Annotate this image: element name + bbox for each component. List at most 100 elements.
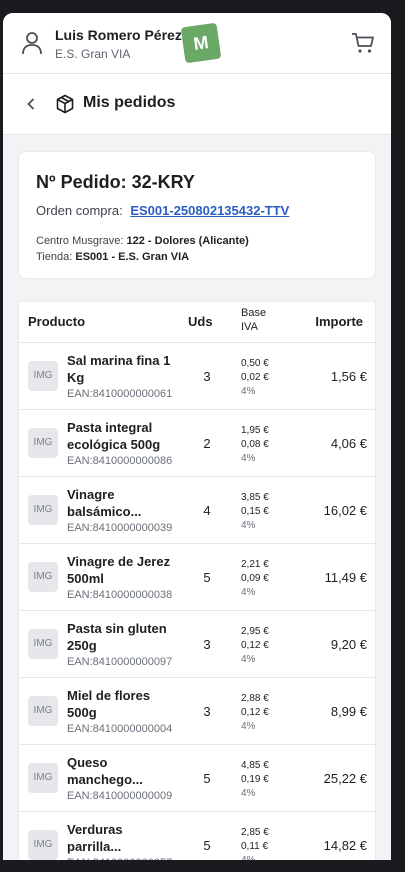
product-units: 5 xyxy=(203,838,211,853)
store-label: Tienda: xyxy=(36,251,73,263)
product-base: 1,95 € xyxy=(241,425,269,436)
store-value: ES001 - E.S. Gran VIA xyxy=(75,251,190,263)
product-base-iva: 0,50 € 0,02 € 4% xyxy=(241,357,269,399)
product-vat-rate: 4% xyxy=(241,453,256,464)
product-vat-rate: 4% xyxy=(241,788,256,799)
product-vat-rate: 4% xyxy=(241,386,256,397)
product-thumbnail: IMG xyxy=(28,629,58,659)
product-thumbnail: IMG xyxy=(28,495,58,525)
chevron-left-icon[interactable] xyxy=(23,96,39,112)
col-units: Uds xyxy=(188,314,213,329)
product-base-iva: 4,85 € 0,19 € 4% xyxy=(241,759,269,801)
product-thumbnail: IMG xyxy=(28,562,58,592)
product-base-iva: 2,85 € 0,11 € 4% xyxy=(241,826,269,860)
product-base: 2,95 € xyxy=(241,626,269,637)
product-ean: EAN:8410000000097 xyxy=(67,656,173,668)
product-units: 5 xyxy=(203,570,211,585)
table-row[interactable]: IMG Vinagre balsámico... EAN:8410000000039… xyxy=(19,477,375,544)
product-iva: 0,02 € xyxy=(241,372,269,383)
product-units: 3 xyxy=(203,369,211,384)
product-ean: EAN:8410000000038 xyxy=(67,589,173,601)
product-vat-rate: 4% xyxy=(241,721,256,732)
order-number: Nº Pedido: 32-KRY xyxy=(36,172,195,192)
order-lines-table: Producto Uds Base IVA Importe IMG Sal mari… xyxy=(18,301,376,860)
product-units: 4 xyxy=(203,503,211,518)
product-amount: 11,49 € xyxy=(324,570,367,585)
brand-logo: M xyxy=(180,22,222,64)
product-ean: EAN:8410000000009 xyxy=(67,790,173,802)
product-ean: EAN:8410000000039 xyxy=(67,522,173,534)
product-ean: EAN:8410000000004 xyxy=(67,723,173,735)
product-name: Verduras parrilla... xyxy=(67,822,123,854)
app-header: Luis Romero Pérez E.S. Gran VIA M xyxy=(3,13,391,74)
product-name: Queso manchego... xyxy=(67,755,143,787)
product-name: Pasta sin gluten 250g xyxy=(67,621,167,653)
product-ean: EAN:8410000000061 xyxy=(67,388,173,400)
col-base-iva: Base IVA xyxy=(241,307,267,333)
product-thumbnail: IMG xyxy=(28,361,58,391)
product-amount: 16,02 € xyxy=(323,503,367,518)
table-header: Producto Uds Base IVA Importe xyxy=(19,302,375,343)
product-vat-rate: 4% xyxy=(241,520,256,531)
user-name: Luis Romero Pérez xyxy=(55,27,182,43)
app-screen: Luis Romero Pérez E.S. Gran VIA M Mis pe… xyxy=(3,13,391,860)
product-amount: 8,99 € xyxy=(330,704,367,719)
product-base-iva: 2,88 € 0,12 € 4% xyxy=(241,692,269,734)
product-base: 2,88 € xyxy=(241,693,269,704)
col-product: Producto xyxy=(28,314,86,329)
product-vat-rate: 4% xyxy=(241,855,255,860)
product-amount: 14,82 € xyxy=(323,838,367,853)
product-ean: EAN:8410000000057 xyxy=(67,857,172,860)
store-row: Tienda: ES001 - E.S. Gran VIA xyxy=(36,251,189,263)
product-amount: 9,20 € xyxy=(330,637,367,652)
product-vat-rate: 4% xyxy=(241,654,256,665)
product-iva: 0,11 € xyxy=(241,841,269,852)
center-label: Centro Musgrave: xyxy=(36,235,124,247)
product-units: 5 xyxy=(203,771,211,786)
table-row[interactable]: IMG Queso manchego... EAN:8410000000009 5 4,… xyxy=(19,745,375,812)
user-icon[interactable] xyxy=(21,31,43,55)
table-row[interactable]: IMG Pasta sin gluten 250g EAN:841000000009… xyxy=(19,611,375,678)
table-row[interactable]: IMG Miel de flores 500g EAN:8410000000004 3… xyxy=(19,678,375,745)
product-base-iva: 2,21 € 0,09 € 4% xyxy=(241,558,269,600)
table-row[interactable]: IMG Vinagre de Jerez 500ml EAN:84100000000… xyxy=(19,544,375,611)
product-base: 2,85 € xyxy=(241,827,269,838)
product-iva: 0,15 € xyxy=(241,506,269,517)
product-base: 2,21 € xyxy=(241,559,269,570)
product-base-iva: 1,95 € 0,08 € 4% xyxy=(241,424,269,466)
center-row: Centro Musgrave: 122 - Dolores (Alicante… xyxy=(36,235,249,247)
product-iva: 0,12 € xyxy=(241,707,269,718)
center-value: 122 - Dolores (Alicante) xyxy=(126,235,249,247)
product-base-iva: 3,85 € 0,15 € 4% xyxy=(241,491,269,533)
product-thumbnail: IMG xyxy=(28,830,58,860)
purchase-order-row: Orden compra: ES001-250802135432-TTV xyxy=(36,203,289,218)
product-units: 2 xyxy=(203,436,211,451)
product-iva: 0,09 € xyxy=(241,573,269,584)
product-name: Sal marina fina 1 Kg xyxy=(67,353,171,385)
product-name: Vinagre balsámico... xyxy=(67,487,142,519)
table-row[interactable]: IMG Verduras parrilla... EAN:8410000000057… xyxy=(19,812,375,860)
product-base: 4,85 € xyxy=(241,760,269,771)
product-name: Pasta integral ecológica 500g xyxy=(67,420,161,452)
product-iva: 0,12 € xyxy=(241,640,269,651)
table-body: IMG Sal marina fina 1 Kg EAN:8410000000061… xyxy=(19,343,375,860)
product-amount: 4,06 € xyxy=(330,436,367,451)
product-thumbnail: IMG xyxy=(28,763,58,793)
product-iva: 0,19 € xyxy=(241,774,269,785)
product-base: 0,50 € xyxy=(241,358,269,369)
product-amount: 1,56 € xyxy=(330,369,367,384)
product-base-iva: 2,95 € 0,12 € 4% xyxy=(241,625,269,667)
page-titlebar: Mis pedidos xyxy=(3,74,391,135)
store-name: E.S. Gran VIA xyxy=(55,47,131,61)
product-units: 3 xyxy=(203,704,211,719)
table-row[interactable]: IMG Sal marina fina 1 Kg EAN:8410000000061… xyxy=(19,343,375,410)
product-ean: EAN:8410000000086 xyxy=(67,455,173,467)
cart-icon[interactable] xyxy=(351,31,375,55)
package-icon xyxy=(56,94,74,114)
page-title: Mis pedidos xyxy=(83,94,176,111)
purchase-order-label: Orden compra: xyxy=(36,203,123,218)
purchase-order-link[interactable]: ES001-250802135432-TTV xyxy=(130,203,289,218)
product-name: Vinagre de Jerez 500ml xyxy=(67,554,171,586)
product-amount: 25,22 € xyxy=(323,771,367,786)
table-row[interactable]: IMG Pasta integral ecológica 500g EAN:8410… xyxy=(19,410,375,477)
